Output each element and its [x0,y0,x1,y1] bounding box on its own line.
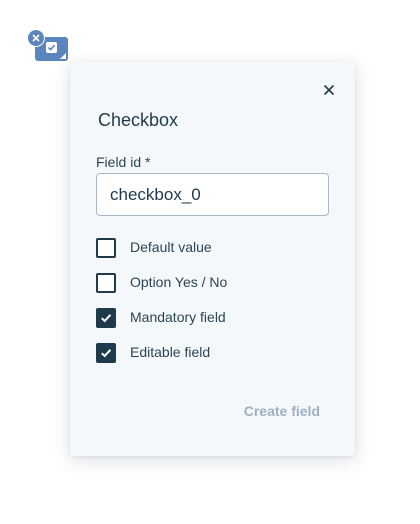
option-label: Option Yes / No [130,274,228,290]
checkbox-icon [46,42,57,53]
popover-title: Checkbox [98,110,179,130]
option-label: Default value [130,239,212,255]
resize-handle[interactable] [60,53,66,59]
option-default-value[interactable]: Default value [96,238,227,273]
editable-field-checkbox[interactable] [96,343,116,363]
field-id-label: Field id * [96,154,151,170]
checkmark-icon [101,349,112,358]
field-settings-popover: Checkbox Field id * Default value Option… [70,62,355,456]
close-icon [323,84,335,96]
yes-no-checkbox[interactable] [96,273,116,293]
mandatory-field-checkbox[interactable] [96,308,116,328]
field-options: Default value Option Yes / No Mandatory … [96,238,227,378]
field-id-input[interactable] [96,173,329,216]
option-label: Mandatory field [130,309,226,325]
close-icon [32,34,40,42]
create-field-button[interactable]: Create field [244,403,320,419]
close-popover-button[interactable] [321,82,337,98]
option-yes-no[interactable]: Option Yes / No [96,273,227,308]
option-label: Editable field [130,344,211,360]
remove-field-button[interactable] [27,29,45,47]
option-editable-field[interactable]: Editable field [96,343,227,378]
option-mandatory-field[interactable]: Mandatory field [96,308,227,343]
checkmark-icon [101,314,112,323]
default-value-checkbox[interactable] [96,238,116,258]
